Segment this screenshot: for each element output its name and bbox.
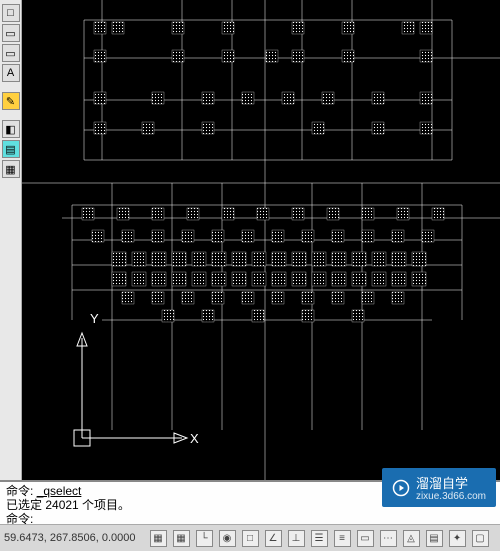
modify-tool[interactable]: ▭	[2, 44, 20, 62]
qp-toggle[interactable]: ▭	[357, 530, 374, 547]
result-count: 24021	[45, 498, 78, 512]
cmd-name: _qselect	[37, 484, 82, 498]
upper-block	[84, 0, 500, 160]
otrack-toggle[interactable]: ∠	[265, 530, 282, 547]
ducs-toggle[interactable]: ⊥	[288, 530, 305, 547]
tool-glyph: ▦	[5, 163, 15, 176]
lower-block	[62, 183, 500, 430]
tool-glyph: ✎	[6, 95, 15, 108]
palette-tool[interactable]: ◧	[2, 120, 20, 138]
grid-tool[interactable]: ▤	[2, 140, 20, 158]
osnap-toggle[interactable]: □	[242, 530, 259, 547]
left-toolbar: □ ▭ ▭ A ✎ ◧ ▤ ▦	[0, 0, 22, 488]
snap-toggle[interactable]: ▦	[150, 530, 167, 547]
general-tool[interactable]: □	[2, 4, 20, 22]
properties-tool[interactable]: ▭	[2, 24, 20, 42]
status-bar: 59.6473, 267.8506, 0.0000 ▦ ▦ └ ◉ □ ∠ ⊥ …	[0, 524, 500, 551]
grid-toggle[interactable]: ▦	[173, 530, 190, 547]
autoscale-toggle[interactable]: ▤	[426, 530, 443, 547]
play-icon	[392, 479, 410, 497]
annovis-toggle[interactable]: ◬	[403, 530, 420, 547]
text-tool[interactable]: A	[2, 64, 20, 82]
drawing-canvas[interactable]: Y X	[22, 0, 500, 488]
select-tool[interactable]: ▦	[2, 160, 20, 178]
workspace-toggle[interactable]: ✦	[449, 530, 466, 547]
polar-toggle[interactable]: ◉	[219, 530, 236, 547]
watermark-brand: 溜溜自学	[416, 473, 486, 492]
ortho-toggle[interactable]: └	[196, 530, 213, 547]
tool-glyph: A	[7, 67, 14, 79]
cad-drawing	[22, 0, 500, 488]
result-suffix: 个项目。	[79, 498, 130, 512]
lwt-toggle[interactable]: ≡	[334, 530, 351, 547]
tool-glyph: ◧	[5, 123, 15, 136]
coordinates-readout: 59.6473, 267.8506, 0.0000	[4, 532, 144, 544]
tool-glyph: ▭	[5, 27, 15, 40]
tool-glyph: ▤	[5, 143, 15, 156]
dyn-toggle[interactable]: ☰	[311, 530, 328, 547]
cmd-prefix: 命令:	[6, 484, 37, 498]
watermark-url: zixue.3d66.com	[416, 492, 486, 502]
highlight-tool[interactable]: ✎	[2, 92, 20, 110]
tool-glyph: □	[7, 7, 14, 19]
model-toggle[interactable]: ▢	[472, 530, 489, 547]
tool-glyph: ▭	[5, 47, 15, 60]
watermark: 溜溜自学 zixue.3d66.com	[382, 468, 496, 507]
annoscale-toggle[interactable]: ⋯	[380, 530, 397, 547]
result-prefix: 已选定	[6, 498, 45, 512]
